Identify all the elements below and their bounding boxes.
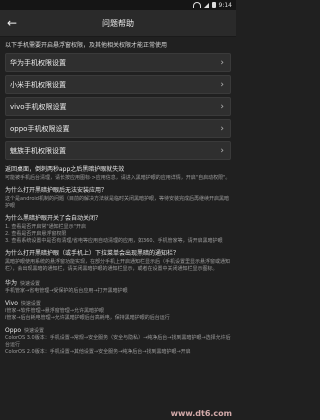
xiaomi-settings-button[interactable]: 小米手机权限设置 › xyxy=(5,75,231,94)
section-title: 华为 xyxy=(5,280,18,287)
watermark: www.dt6.com xyxy=(170,409,232,418)
faq-question: 为什么打开黑暗护眼（或手机上）下拉菜单会出现黑暗的通知栏？ xyxy=(5,250,180,257)
back-button[interactable]: ← xyxy=(0,10,24,36)
chevron-right-icon: › xyxy=(220,123,224,134)
back-arrow-icon: ← xyxy=(6,16,18,30)
chevron-right-icon: › xyxy=(220,101,224,112)
meizu-settings-button[interactable]: 魅族手机权限设置 › xyxy=(5,141,231,160)
app-bar: ← 问题帮助 xyxy=(0,10,236,37)
battery-icon xyxy=(211,2,216,8)
faq-question: 为什么打开黑暗护眼后无法安装应用？ xyxy=(5,187,108,194)
settings-label: 魅族手机权限设置 xyxy=(10,146,66,155)
huawei-settings-button[interactable]: 华为手机权限设置 › xyxy=(5,53,231,72)
faq-answer: 黑暗护眼使用系统的悬浮窗功能实现，在部分手机上开启通知栏显示后（手机设置里显示悬… xyxy=(5,259,231,272)
status-bar: 9:14 xyxy=(0,0,236,10)
signal-icon xyxy=(203,2,209,8)
section-header: Vivo 快速设置 xyxy=(5,300,231,307)
page-title: 问题帮助 xyxy=(102,18,134,28)
intro-text: 以下手机需要开启悬浮窗权限，及其他相关权限才能正常使用 xyxy=(5,42,168,49)
faq-question: 为什么黑暗护眼开关了会自动关闭？ xyxy=(5,215,102,222)
chevron-right-icon: › xyxy=(220,79,224,90)
faq-answer: 1. 查看是否开启常"通知栏显示"开启 2. 查看是否开启悬浮窗权限 3. 查看… xyxy=(5,224,223,244)
settings-label: oppo手机权限设置 xyxy=(10,124,70,133)
faq-answer: 可能被手机后台清理，请长按应用图标·>应用信息，请进入黑暗护眼的应用详情，开启"… xyxy=(5,175,231,181)
wifi-icon xyxy=(192,2,201,8)
faq-answer: 这个是android机制的问题（目前的解决方法就是临时关闭黑暗护眼，等待安装完成… xyxy=(5,196,229,209)
section-text: i管家→软件管理→悬浮窗管理→允许黑暗护眼 i管家→后台耗电管理→允许黑暗护眼后… xyxy=(5,308,170,321)
settings-label: vivo手机权限设置 xyxy=(10,102,67,111)
content: 以下手机需要开启悬浮窗权限，及其他相关权限才能正常使用 华为手机权限设置 › 小… xyxy=(0,41,236,356)
faq-question: 返回桌面，倒刺两秒app之后黑暗护眼就失效 xyxy=(5,166,125,173)
section-text: 手机管家→省电管理→受保护的后台应用→打开黑暗护眼 xyxy=(5,288,128,294)
section-header: Oppo 快速设置 xyxy=(5,327,231,334)
section-text: ColorOS 3.0版本：手机设置→常规→安全服务（安全与隐私）→纯净后台→找… xyxy=(5,335,231,355)
section-title: Oppo xyxy=(5,327,22,334)
settings-label: 小米手机权限设置 xyxy=(10,80,66,89)
section-header: 华为 快速设置 xyxy=(5,278,231,287)
faq-list: 返回桌面，倒刺两秒app之后黑暗护眼就失效 可能被手机后台清理，请长按应用图标·… xyxy=(5,166,231,273)
section-title: Vivo xyxy=(5,300,18,307)
chevron-right-icon: › xyxy=(220,145,224,156)
section-subtitle: 快速设置 xyxy=(24,328,45,334)
section-subtitle: 快速设置 xyxy=(20,281,41,287)
settings-label: 华为手机权限设置 xyxy=(10,58,66,67)
section-subtitle: 快速设置 xyxy=(20,301,41,307)
status-time: 9:14 xyxy=(218,1,232,9)
vivo-settings-button[interactable]: vivo手机权限设置 › xyxy=(5,97,231,116)
oppo-settings-button[interactable]: oppo手机权限设置 › xyxy=(5,119,231,138)
chevron-right-icon: › xyxy=(220,57,224,68)
